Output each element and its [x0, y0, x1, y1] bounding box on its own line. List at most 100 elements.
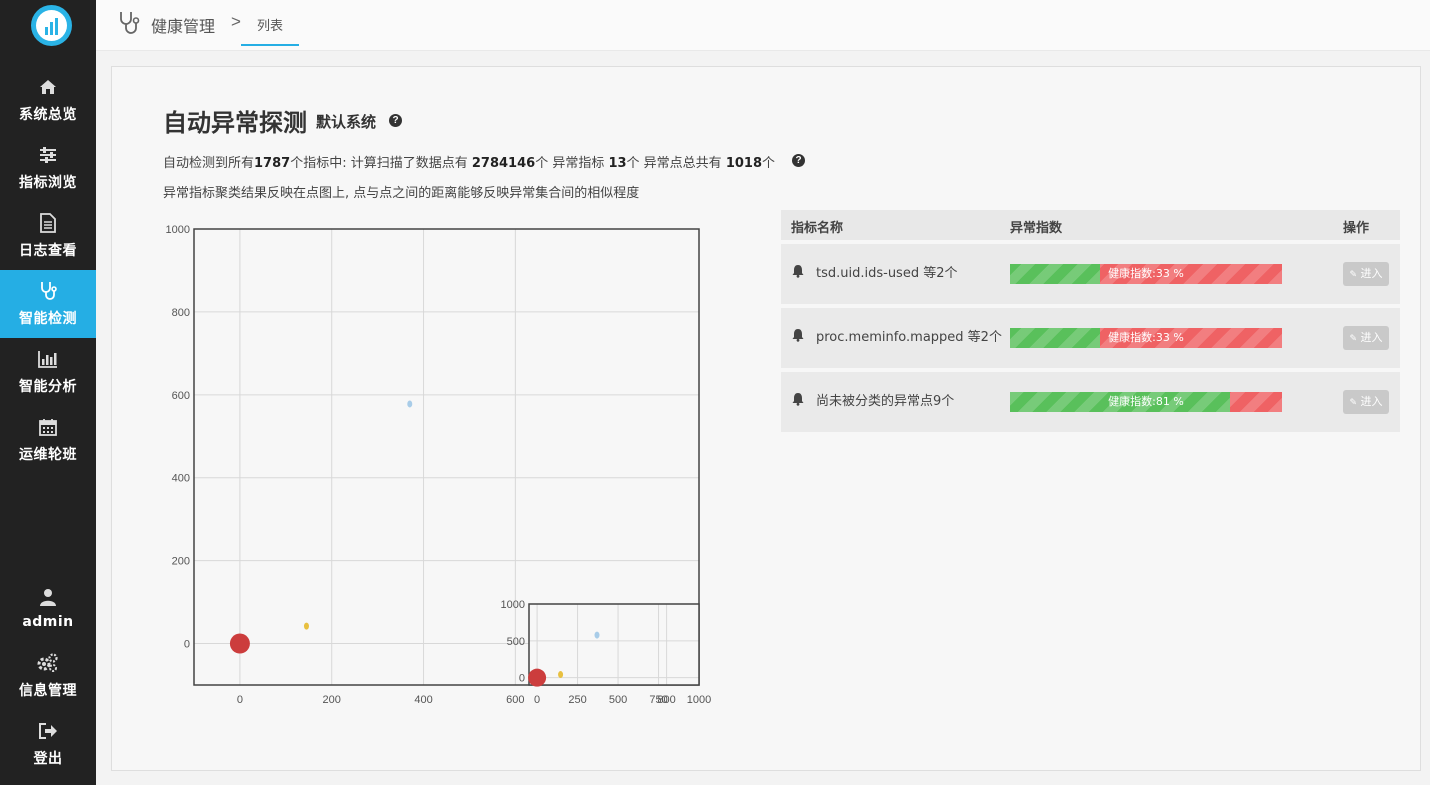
sidebar-item-label: 登出 — [33, 751, 63, 767]
question-icon[interactable]: ? — [389, 114, 402, 127]
data-point — [594, 631, 600, 639]
stethoscope-icon — [120, 12, 140, 34]
x-tick-label: 400 — [414, 694, 432, 706]
stethoscope-icon — [37, 280, 59, 302]
column-header-action: 操作 — [1343, 221, 1370, 236]
enter-button-label: 进入 — [1360, 267, 1383, 280]
cluster-description: 异常指标聚类结果反映在点图上, 点与点之间的距离能够反映异常集合间的相似程度 — [163, 186, 640, 201]
sidebar-item-settings[interactable]: 信息管理 — [0, 642, 96, 710]
x-tick-label: 250 — [568, 694, 586, 706]
data-point — [229, 633, 250, 654]
x-tick-label: 800 — [657, 694, 675, 706]
sidebar-item-label: 智能检测 — [19, 311, 77, 327]
metric-name[interactable]: proc.meminfo.mapped 等2个 — [816, 326, 1002, 345]
bell-icon — [792, 393, 804, 406]
sidebar-item-label: 指标浏览 — [19, 175, 77, 191]
edit-icon: ✎ — [1349, 270, 1358, 280]
bell-icon — [792, 329, 804, 342]
x-tick-label: 0 — [237, 694, 243, 706]
system-name: 默认系统 — [316, 113, 377, 131]
cluster-scatter-chart: 0 200 400 600020040060080010000 250 500 750 100… — [166, 224, 712, 706]
data-point — [407, 400, 413, 408]
sign-out-icon — [37, 720, 59, 742]
sidebar-item-label: 系统总览 — [19, 107, 77, 123]
health-label: 健康指数:33 % — [1108, 331, 1184, 344]
tab-list[interactable]: 列表 — [241, 0, 299, 46]
x-tick-label: 1000 — [687, 694, 711, 706]
metric-name[interactable]: tsd.uid.ids-used 等2个 — [816, 262, 957, 281]
sidebar-item-metrics[interactable]: 指标浏览 — [0, 134, 96, 202]
gears-icon — [37, 652, 59, 674]
enter-button[interactable]: ✎ 进入 — [1343, 326, 1389, 350]
page-title: 自动异常探测 — [163, 109, 307, 137]
plot-area — [529, 604, 699, 685]
bar-chart-icon — [37, 348, 59, 370]
data-point — [303, 622, 309, 630]
anomaly-table: 指标名称 异常指数 操作 tsd.uid.ids-used 等2个健康指数:33… — [781, 210, 1400, 432]
metrics-total: 1787 — [254, 156, 291, 171]
anomalous-metrics-count: 13 — [608, 156, 627, 171]
bell-icon — [792, 265, 804, 278]
user-icon — [37, 586, 59, 608]
metric-name[interactable]: 尚未被分类的异常点9个 — [816, 390, 954, 409]
app-logo[interactable] — [31, 5, 72, 46]
breadcrumb: 健康管理 > 列表 — [96, 0, 1430, 51]
y-tick-label: 1000 — [166, 224, 190, 236]
y-tick-label: 600 — [172, 390, 190, 402]
table-header: 指标名称 异常指数 操作 — [781, 210, 1400, 240]
data-point — [558, 671, 564, 679]
data-point — [528, 668, 547, 687]
x-tick-label: 0 — [534, 694, 540, 706]
y-tick-label: 400 — [172, 473, 190, 485]
home-icon — [37, 76, 59, 98]
health-progress-bar: 健康指数:33 % — [1010, 264, 1282, 284]
sidebar-item-overview[interactable]: 系统总览 — [0, 66, 96, 134]
breadcrumb-root[interactable]: 健康管理 — [151, 13, 215, 37]
enter-button[interactable]: ✎ 进入 — [1343, 390, 1389, 414]
x-tick-label: 500 — [609, 694, 627, 706]
sidebar-item-label: admin — [22, 614, 74, 630]
enter-button-label: 进入 — [1360, 331, 1383, 344]
sidebar-item-analysis[interactable]: 智能分析 — [0, 338, 96, 406]
bar-chart-logo-icon — [36, 10, 67, 41]
table-row: tsd.uid.ids-used 等2个 健康指数:33 % ✎ 进入 — [781, 244, 1400, 304]
sidebar-item-logs[interactable]: 日志查看 — [0, 202, 96, 270]
column-header-name: 指标名称 — [791, 221, 844, 236]
sliders-icon — [37, 144, 59, 166]
y-tick-label: 0 — [184, 639, 190, 651]
edit-icon: ✎ — [1349, 334, 1358, 344]
detection-summary: 自动检测到所有1787个指标中: 计算扫描了数据点有 2784146个 异常指标… — [163, 156, 776, 171]
sidebar-item-label: 智能分析 — [19, 379, 77, 395]
sidebar-item-label: 运维轮班 — [19, 447, 77, 463]
anomaly-points-count: 1018 — [725, 156, 762, 171]
x-tick-label: 600 — [506, 694, 524, 706]
y-tick-label: 800 — [172, 307, 190, 319]
y-tick-label: 0 — [519, 673, 525, 685]
points-scanned: 2784146 — [471, 156, 536, 171]
sidebar-item-oncall[interactable]: 运维轮班 — [0, 406, 96, 474]
table-row: proc.meminfo.mapped 等2个 健康指数:33 % ✎ 进入 — [781, 308, 1400, 368]
sidebar-item-logout[interactable]: 登出 — [0, 710, 96, 778]
enter-button-label: 进入 — [1360, 395, 1383, 408]
calendar-icon — [37, 416, 59, 438]
health-progress-bar: 健康指数:33 % — [1010, 328, 1282, 348]
health-label: 健康指数:81 % — [1108, 395, 1184, 408]
y-tick-label: 1000 — [501, 599, 525, 611]
health-progress-bar: 健康指数:81 % — [1010, 392, 1282, 412]
chevron-right-icon: > — [231, 12, 241, 31]
sidebar: 系统总览 指标浏览 日志查看 智能检测 智能分析 运维轮班 admin 信息管理… — [0, 0, 96, 785]
sidebar-item-detection[interactable]: 智能检测 — [0, 270, 96, 338]
x-tick-label: 200 — [323, 694, 341, 706]
enter-button[interactable]: ✎ 进入 — [1343, 262, 1389, 286]
sidebar-item-label: 日志查看 — [19, 243, 77, 259]
question-icon[interactable]: ? — [792, 154, 805, 167]
table-row: 尚未被分类的异常点9个 健康指数:81 % ✎ 进入 — [781, 372, 1400, 432]
health-label: 健康指数:33 % — [1108, 267, 1184, 280]
y-tick-label: 500 — [507, 636, 525, 648]
y-tick-label: 200 — [172, 556, 190, 568]
edit-icon: ✎ — [1349, 398, 1358, 408]
sidebar-item-user[interactable]: admin — [0, 574, 96, 642]
sidebar-item-label: 信息管理 — [19, 683, 77, 699]
document-icon — [37, 212, 59, 234]
column-header-index: 异常指数 — [1010, 221, 1063, 236]
